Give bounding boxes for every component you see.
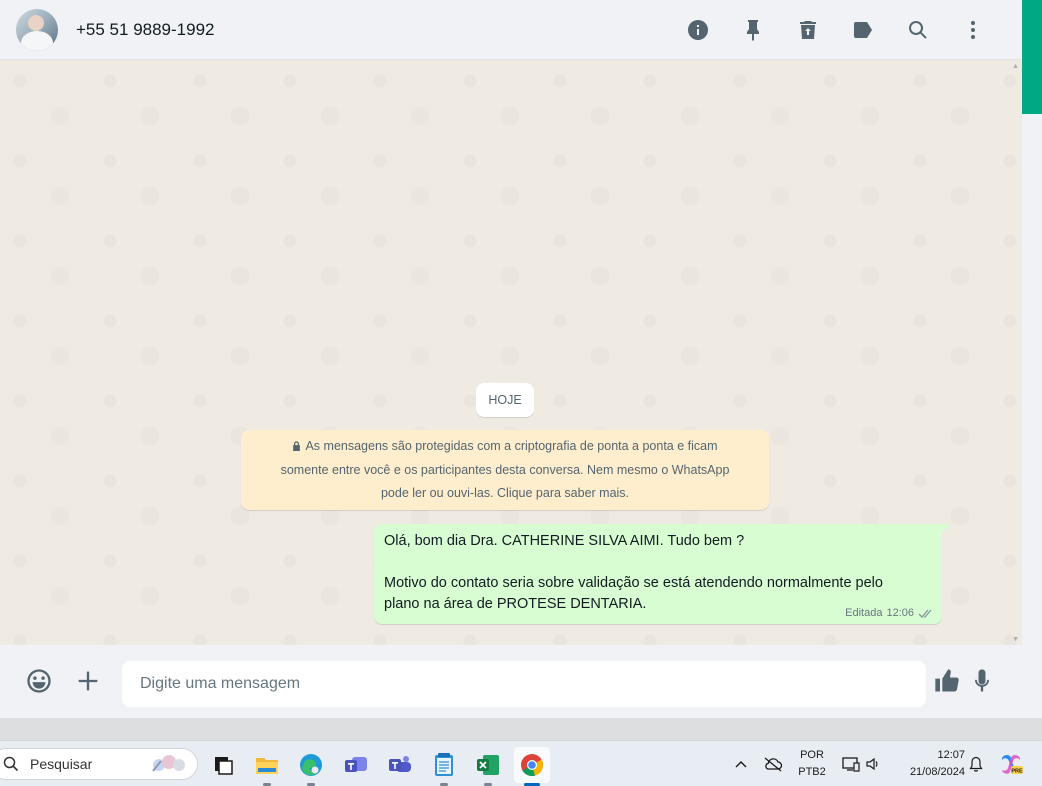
delete-icon bbox=[799, 21, 816, 39]
teams-classic-icon bbox=[345, 757, 367, 772]
encryption-notice-text1: As mensagens são protegidas com a cripto… bbox=[305, 439, 718, 453]
clock-date: 21/08/2024 bbox=[909, 766, 965, 778]
scroll-up-arrow[interactable]: ▲ bbox=[1012, 63, 1019, 70]
menu-icon bbox=[970, 21, 975, 39]
outgoing-message[interactable]: Olá, bom dia Dra. CATHERINE SILVA AIMI. … bbox=[374, 524, 950, 624]
lock-icon bbox=[293, 441, 301, 451]
header-actions bbox=[670, 0, 1000, 60]
tray-overflow-button[interactable] bbox=[731, 741, 751, 786]
copilot-icon: PRE bbox=[1002, 755, 1023, 775]
emoji-icon bbox=[27, 669, 51, 693]
pin-icon bbox=[746, 20, 759, 41]
tray-network-volume[interactable] bbox=[838, 741, 884, 786]
svg-text:PRE: PRE bbox=[1011, 769, 1023, 775]
copilot-button[interactable]: PRE bbox=[996, 741, 1026, 786]
label-button[interactable] bbox=[835, 10, 890, 50]
encryption-notice-line2: somente entre você e os participantes de… bbox=[280, 462, 730, 477]
encryption-notice[interactable]: As mensagens são protegidas com a cripto… bbox=[241, 430, 769, 510]
cloud-offline-icon bbox=[764, 757, 783, 772]
encryption-notice-line3: pode ler ou ouvi-las. Clique para saber … bbox=[380, 486, 630, 500]
double-check-icon bbox=[918, 609, 932, 618]
message-meta: Editada 12:06 bbox=[845, 607, 934, 619]
teams-icon bbox=[389, 756, 411, 772]
menu-button[interactable] bbox=[945, 10, 1000, 50]
bell-icon bbox=[969, 756, 983, 772]
chrome-icon bbox=[521, 754, 543, 777]
info-icon bbox=[687, 20, 708, 40]
search-icon bbox=[3, 756, 19, 772]
taskbar-clock[interactable]: 12:07 21/08/2024 bbox=[893, 741, 965, 786]
search-icon bbox=[908, 21, 927, 39]
taskbar-excel[interactable] bbox=[470, 747, 506, 786]
tray-onedrive[interactable] bbox=[762, 741, 784, 786]
notepad-icon bbox=[435, 753, 453, 776]
language-line1: POR bbox=[800, 749, 824, 761]
chat-panel[interactable]: ▲ HOJE As mensagens são protegidas com a… bbox=[0, 61, 1022, 645]
search-label: Pesquisar bbox=[30, 756, 93, 772]
compose-bar bbox=[0, 645, 1022, 718]
clock-time: 12:07 bbox=[937, 749, 965, 761]
thumbs-up-icon bbox=[935, 669, 959, 692]
taskbar: Pesquisar POR PTB2 12:07 21/08/2024 PRE bbox=[0, 740, 1042, 786]
taskbar-file-explorer[interactable] bbox=[249, 747, 285, 786]
taskbar-teams[interactable] bbox=[382, 747, 418, 783]
encryption-notice-line1: As mensagens são protegidas com a cripto… bbox=[241, 435, 769, 459]
network-icon bbox=[842, 757, 860, 772]
contact-avatar[interactable] bbox=[16, 8, 58, 51]
taskbar-edge[interactable] bbox=[293, 747, 329, 786]
edge-icon bbox=[300, 754, 322, 776]
date-chip: HOJE bbox=[476, 383, 534, 417]
message-line2: Motivo do contato seria sobre validação … bbox=[384, 575, 883, 591]
emoji-button[interactable] bbox=[23, 665, 55, 697]
taskbar-teams-classic[interactable] bbox=[338, 747, 374, 783]
like-button[interactable] bbox=[931, 665, 963, 697]
scroll-down-arrow[interactable]: ▼ bbox=[1012, 636, 1019, 643]
pin-button[interactable] bbox=[725, 10, 780, 50]
chat-header: +55 51 9889-1992 bbox=[0, 0, 1022, 60]
info-button[interactable] bbox=[670, 10, 725, 50]
accent-bar bbox=[1022, 0, 1042, 114]
attach-button[interactable] bbox=[72, 665, 104, 697]
taskbar-task-view[interactable] bbox=[205, 747, 241, 783]
notifications-button[interactable] bbox=[966, 741, 986, 786]
desktop-gap bbox=[0, 718, 1042, 740]
microphone-icon bbox=[975, 669, 989, 692]
taskbar-search[interactable]: Pesquisar bbox=[0, 748, 198, 780]
search-button[interactable] bbox=[890, 10, 945, 50]
language-line2: PTB2 bbox=[798, 766, 826, 778]
excel-icon bbox=[477, 755, 499, 775]
voice-button[interactable] bbox=[966, 665, 998, 697]
taskbar-chrome[interactable] bbox=[514, 747, 550, 786]
search-highlight-icon bbox=[152, 755, 185, 772]
contact-name[interactable]: +55 51 9889-1992 bbox=[76, 20, 215, 40]
window-edge bbox=[1022, 0, 1042, 740]
language-indicator[interactable]: POR PTB2 bbox=[796, 741, 828, 786]
edited-label: Editada bbox=[845, 607, 883, 619]
folder-icon bbox=[256, 758, 278, 774]
chevron-up-icon bbox=[735, 761, 747, 768]
plus-icon bbox=[78, 671, 98, 691]
message-input[interactable] bbox=[122, 661, 926, 707]
taskbar-notepad[interactable] bbox=[426, 747, 462, 786]
message-line1: Olá, bom dia Dra. CATHERINE SILVA AIMI. … bbox=[384, 533, 745, 549]
message-time: 12:06 bbox=[886, 607, 914, 619]
delete-button[interactable] bbox=[780, 10, 835, 50]
volume-icon bbox=[866, 757, 878, 771]
task-view-icon bbox=[215, 757, 233, 775]
label-icon bbox=[853, 22, 872, 38]
